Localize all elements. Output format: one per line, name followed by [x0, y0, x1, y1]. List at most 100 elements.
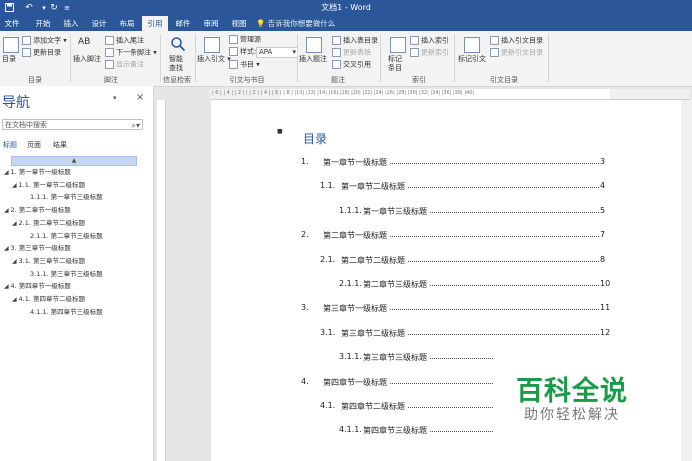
insert-citation-button[interactable]: 插入引文 ▾ — [197, 55, 231, 64]
bibliography-button[interactable]: 书目 ▾ — [229, 60, 260, 70]
add-text-button[interactable]: 添加文字 ▾ — [22, 36, 67, 46]
nav-current-position[interactable]: ▲ — [11, 156, 137, 166]
tab-layout[interactable]: 布局 — [114, 16, 140, 31]
tab-review[interactable]: 审阅 — [198, 16, 224, 31]
nav-heading-item[interactable]: 4.1.1. 第四章节三级标题 — [30, 308, 103, 317]
nav-heading-label: 1.1. 第一章节二级标题 — [18, 180, 86, 189]
insert-index-button[interactable]: 插入索引 — [410, 36, 449, 46]
toc-entry-number: 3.1.1. — [339, 352, 362, 362]
tab-mailings[interactable]: 邮件 — [170, 16, 196, 31]
insert-toa-button[interactable]: 插入引文目录 — [490, 36, 543, 46]
nav-tab-headings[interactable]: 标题 — [3, 140, 17, 150]
smart-lookup-icon — [170, 36, 186, 54]
nav-heading-item[interactable]: ◢ 3. 第三章节一级标题 — [4, 244, 71, 253]
update-table-button[interactable]: 更新表格 — [332, 48, 371, 58]
insert-footnote-icon: AB — [78, 37, 91, 47]
search-icon[interactable]: ⌕▾ — [132, 120, 141, 131]
show-notes-button[interactable]: 显示备注 — [105, 60, 144, 70]
toc-entry[interactable]: 1.1. 第一章节二级标题 4 — [211, 181, 631, 193]
toc-entry-page-number: 8 — [600, 254, 606, 264]
tab-home[interactable]: 开始 — [30, 16, 56, 31]
nav-heading-item[interactable]: ◢ 3.1. 第三章节二级标题 — [12, 257, 85, 266]
tab-references[interactable]: 引用 — [142, 16, 168, 31]
toc-entry-number: 3. — [301, 303, 309, 313]
insert-caption-button[interactable]: 插入题注 — [299, 55, 327, 64]
mark-entry-button[interactable]: 标记 条目 — [388, 55, 402, 73]
manage-sources-button[interactable]: 管理源 — [229, 35, 261, 45]
nav-heading-item[interactable]: ◢ 2. 第二章节一级标题 — [4, 206, 71, 215]
nav-heading-item[interactable]: 3.1.1. 第三章节三级标题 — [30, 270, 103, 279]
update-toa-button[interactable]: 更新引文目录 — [490, 48, 543, 58]
vertical-scrollbar[interactable] — [681, 100, 692, 461]
toc-entry-number: 2.1. — [320, 254, 336, 264]
nav-heading-item[interactable]: ◢ 1.1. 第一章节二级标题 — [12, 181, 85, 190]
toc-entry-number: 1.1. — [320, 181, 336, 191]
insert-table-of-figures-button[interactable]: 插入表目录 — [332, 36, 378, 46]
toc-entry[interactable]: 1. 第一章节一级标题 3 — [211, 157, 631, 169]
nav-search-input[interactable]: 在文档中搜索 ⌕▾ — [2, 119, 143, 130]
nav-title: 导航 — [2, 95, 30, 111]
toc-entry-page-number: 5 — [600, 205, 606, 215]
tab-design[interactable]: 设计 — [86, 16, 112, 31]
toc-entry-page-number: 7 — [600, 230, 606, 240]
toc-entry[interactable]: 2.1. 第二章节二级标题 8 — [211, 255, 631, 267]
nav-tab-pages[interactable]: 页面 — [27, 140, 41, 150]
navigation-pane: 导航 ▾ × 在文档中搜索 ⌕▾ 标题 页面 结果 ▲ ◢ 1. 第一章节一级标… — [0, 86, 154, 461]
nav-heading-item[interactable]: ◢ 1. 第一章节一级标题 — [4, 168, 71, 177]
nav-heading-item[interactable]: ◢ 4.1. 第四章节二级标题 — [12, 295, 85, 304]
nav-heading-label: 2.1. 第二章节二级标题 — [18, 218, 86, 227]
mark-citation-button[interactable]: 标记引文 — [458, 55, 486, 64]
toc-entry[interactable]: 3.1.1. 第三章节三级标题 — [211, 352, 631, 364]
toc-leader-dots — [430, 279, 599, 286]
cross-reference-button[interactable]: 交叉引用 — [332, 60, 371, 70]
tab-insert[interactable]: 插入 — [58, 16, 84, 31]
chevron-down-icon[interactable]: ▾ — [40, 0, 48, 16]
toc-entry[interactable]: 1.1.1. 第一章节三级标题 5 — [211, 206, 631, 218]
toc-entry-number: 2.1.1. — [339, 279, 362, 288]
nav-heading-label: 4.1.1. 第四章节三级标题 — [30, 307, 103, 316]
style-dropdown[interactable]: APA ▾ — [256, 47, 298, 58]
smart-lookup-button[interactable]: 智能 查找 — [169, 55, 183, 73]
customize-qat-icon[interactable]: ≡ — [62, 0, 72, 16]
nav-heading-item[interactable]: 2.1.1. 第二章节三级标题 — [30, 232, 103, 241]
group-separator — [297, 34, 298, 82]
insert-endnote-button[interactable]: 插入尾注 — [105, 36, 144, 46]
nav-heading-item[interactable]: 1.1.1. 第一章节三级标题 — [30, 193, 103, 202]
insert-footnote-button[interactable]: 插入脚注 — [73, 55, 101, 64]
group-label-toc: 目录 — [28, 76, 42, 84]
nav-heading-item[interactable]: ◢ 4. 第四章节一级标题 — [4, 282, 71, 291]
group-label-index: 索引 — [412, 76, 426, 84]
vertical-ruler[interactable] — [157, 100, 166, 461]
toc-entry[interactable]: 2. 第二章节一级标题 7 — [211, 230, 631, 242]
show-notes-icon — [105, 60, 114, 69]
update-index-button[interactable]: 更新索引 — [410, 48, 449, 58]
save-icon[interactable] — [4, 0, 14, 16]
close-icon[interactable]: × — [136, 92, 144, 103]
horizontal-ruler[interactable]: | 6 | | 4 | | 2 | | | 2 | | 4 | | 6 | | … — [210, 89, 690, 100]
nav-heading-label: 2. 第二章节一级标题 — [10, 206, 71, 215]
style-icon — [229, 47, 238, 56]
group-label-authorities: 引文目录 — [490, 76, 518, 84]
undo-icon[interactable]: ↶ — [22, 0, 36, 16]
toc-entry[interactable]: 3.1. 第三章节二级标题 12 — [211, 328, 631, 340]
tell-me-box[interactable]: 💡 告诉我你想要做什么 — [256, 16, 335, 31]
toc-leader-dots — [430, 206, 599, 213]
nav-heading-label: 4.1. 第四章节二级标题 — [18, 295, 86, 303]
toc-button[interactable]: 目录 — [2, 55, 16, 64]
toc-entry-text: 第二章节三级标题 — [363, 280, 427, 289]
toc-entry[interactable]: 4.1.1. 第四章节三级标题 — [211, 425, 631, 437]
toc-leader-dots — [430, 352, 493, 360]
nav-heading-item[interactable]: ◢ 2.1. 第二章节二级标题 — [12, 219, 85, 228]
nav-tab-results[interactable]: 结果 — [53, 140, 67, 150]
tab-file[interactable]: 文件 — [0, 16, 24, 31]
update-toc-button[interactable]: 更新目录 — [22, 48, 61, 58]
nav-options-icon[interactable]: ▾ — [113, 94, 117, 102]
toc-entry[interactable]: 2.1.1. 第二章节三级标题 10 — [211, 279, 631, 291]
next-footnote-button[interactable]: 下一条脚注 ▾ — [105, 48, 157, 58]
redo-icon[interactable]: ↻ — [48, 0, 60, 16]
tab-view[interactable]: 视图 — [226, 16, 252, 31]
table-of-figures-icon — [332, 36, 341, 45]
nav-heading-label: 3.1.1. 第三章节三级标题 — [30, 269, 103, 278]
ribbon-tabs: 文件 开始 插入 设计 布局 引用 邮件 审阅 视图 💡 告诉我你想要做什么 — [0, 16, 692, 31]
toc-entry[interactable]: 3. 第三章节一级标题 11 — [211, 303, 631, 315]
